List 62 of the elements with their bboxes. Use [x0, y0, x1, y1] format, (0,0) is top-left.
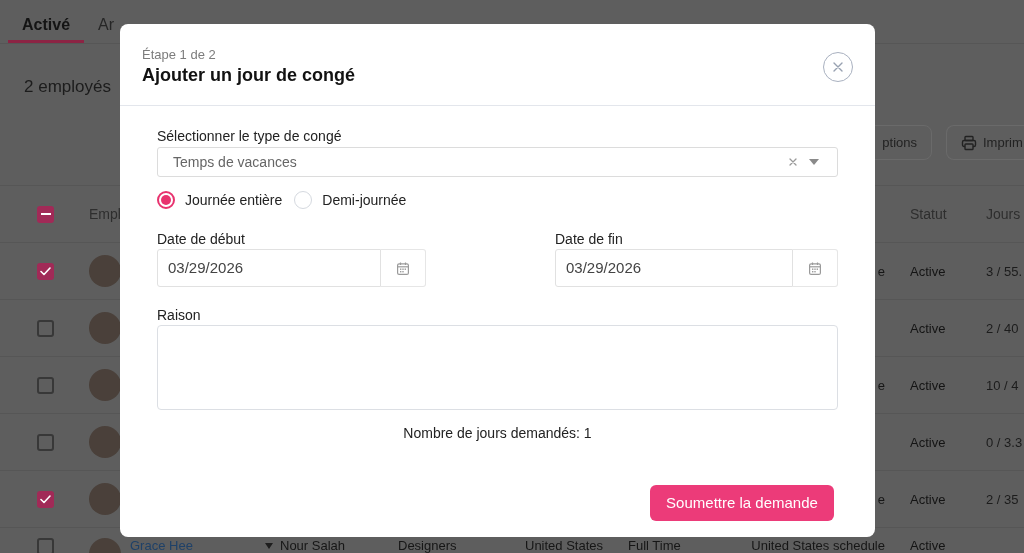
team-name: Designers — [398, 538, 457, 553]
calendar-icon — [809, 261, 821, 275]
avatar-placeholder — [89, 483, 121, 515]
avatar-placeholder — [89, 426, 121, 458]
calendar-button[interactable] — [381, 249, 426, 287]
days-balance: 0 / 3.3 — [986, 434, 1023, 450]
checkmark-icon — [40, 494, 51, 504]
checkbox[interactable] — [37, 490, 54, 508]
days-balance: 3 / 55. — [986, 263, 1023, 279]
checkbox[interactable] — [37, 538, 54, 553]
employee-count: 2 employés — [24, 77, 111, 97]
avatar-placeholder — [89, 369, 121, 401]
radio-label[interactable]: Demi-journée — [322, 190, 407, 210]
close-icon — [833, 62, 843, 72]
tab[interactable]: Activé — [8, 9, 85, 43]
avatar-placeholder — [89, 312, 121, 344]
date-field[interactable]: 03/29/2026 — [555, 249, 793, 287]
country-name: United States — [525, 538, 604, 553]
status-text: Active — [910, 538, 946, 553]
days-balance: 2 / 40 — [986, 320, 1019, 336]
status-text: Active — [910, 434, 946, 450]
status-text: Active — [910, 377, 946, 393]
avatar-placeholder — [89, 255, 121, 287]
days-balance: 2 / 35 — [986, 491, 1019, 507]
clear-icon — [789, 158, 797, 166]
tab[interactable]: Ar — [84, 9, 129, 43]
submit-button[interactable]: Soumettre la demande — [650, 485, 834, 521]
status-text: Active — [910, 263, 946, 279]
days-requested-text: Nombre de jours demandés: 1 — [403, 424, 592, 443]
days-balance: 10 / 4 — [986, 377, 1019, 393]
field-label: Date de fin — [555, 230, 623, 249]
checkmark-icon — [40, 266, 51, 276]
calendar-button[interactable] — [793, 249, 838, 287]
status-text: Active — [910, 320, 946, 336]
printer-icon — [961, 134, 977, 151]
reason-field[interactable] — [157, 325, 838, 410]
schedule-name: United States schedule — [751, 538, 885, 553]
checkbox[interactable] — [37, 319, 54, 337]
leave-type-select[interactable]: Temps de vacances — [157, 147, 838, 177]
print-button[interactable]: Imprim — [946, 125, 1024, 160]
field-label: Date de début — [157, 230, 245, 249]
field-label: Raison — [157, 306, 201, 325]
checkbox[interactable] — [37, 433, 54, 451]
date-field[interactable]: 03/29/2026 — [157, 249, 381, 287]
radio-label[interactable]: Journée entière — [185, 190, 283, 210]
manager-name: Nour Salah — [280, 538, 346, 553]
status-text: Active — [910, 491, 946, 507]
schedule-name: e — [877, 491, 885, 507]
caret-icon — [809, 159, 819, 165]
schedule-name: e — [877, 263, 885, 279]
calendar-icon — [397, 261, 409, 275]
radio-button[interactable] — [157, 191, 175, 209]
employment-type: Full Time — [628, 538, 681, 553]
dialog-title: Ajouter un jour de congé — [142, 64, 355, 87]
minus-icon — [40, 213, 51, 215]
caret-icon — [265, 542, 273, 549]
schedule-name: e — [877, 377, 885, 393]
checkbox[interactable] — [37, 205, 54, 223]
checkbox[interactable] — [37, 262, 54, 280]
step-indicator: Étape 1 de 2 — [142, 47, 216, 63]
field-label: Sélectionner le type de congé — [157, 127, 342, 146]
checkbox[interactable] — [37, 376, 54, 394]
